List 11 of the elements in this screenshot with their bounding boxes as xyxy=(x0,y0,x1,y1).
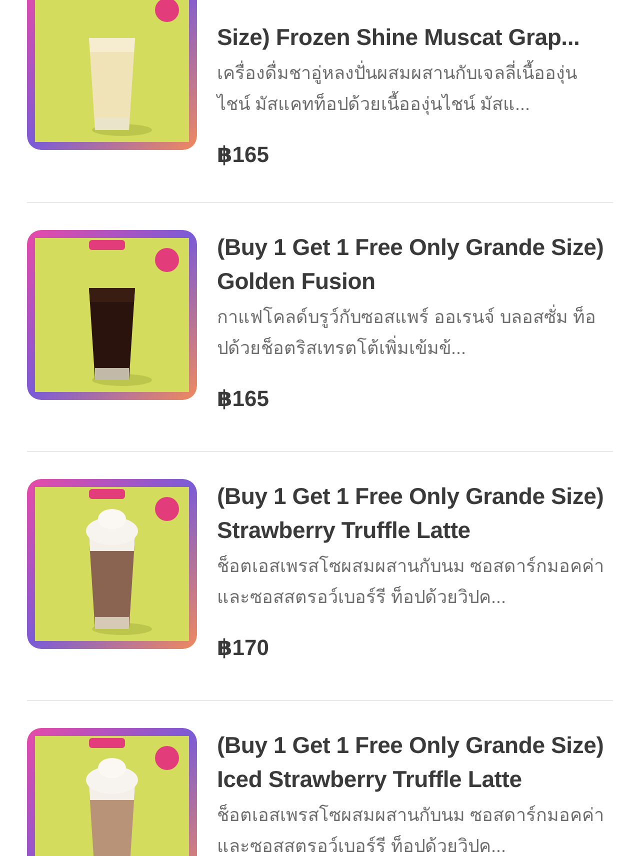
product-title[interactable]: Size) Frozen Shine Muscat Grap... xyxy=(217,20,609,54)
product-price: ฿165 xyxy=(217,142,270,168)
product-price: ฿170 xyxy=(217,635,270,661)
product-title[interactable]: (Buy 1 Get 1 Free Only Grande Size) Iced Strawberry Truffle Latte xyxy=(217,728,609,796)
product-title[interactable]: (Buy 1 Get 1 Free Only Grande Size) Golden Fusion xyxy=(217,230,609,298)
product-description: เครื่องดื่มชาอู่หลงปั่นผสมผสานกับเจลลี่เนื้อองุ่นไชน์ มัสแคทท็อปด้วยเนื้อองุ่นไชน์ มัสแ... xyxy=(217,58,609,120)
product-description: ช็อตเอสเพรสโซผสมผสานกับนม ซอสดาร์กมอคค่าและซอสสตรอว์เบอร์รี ท็อปด้วยวิปค... xyxy=(217,803,606,856)
product-title[interactable]: (Buy 1 Get 1 Free Only Grande Size) Strawberry Truffle Latte xyxy=(217,479,609,547)
product-price: ฿165 xyxy=(217,386,270,412)
product-description: กาแฟโคลด์บรูว์กับซอสแพร์ ออเรนจ์ บลอสซั่ม ท็อปด้วยช็อตริสเทรตโต้เพิ่มเข้มข้... xyxy=(217,302,609,364)
product-description: ช็อตเอสเพรสโซผสมผสานกับนม ซอสดาร์กมอคค่าและซอสสตรอว์เบอร์รี ท็อปด้วยวิปค... xyxy=(217,554,606,609)
